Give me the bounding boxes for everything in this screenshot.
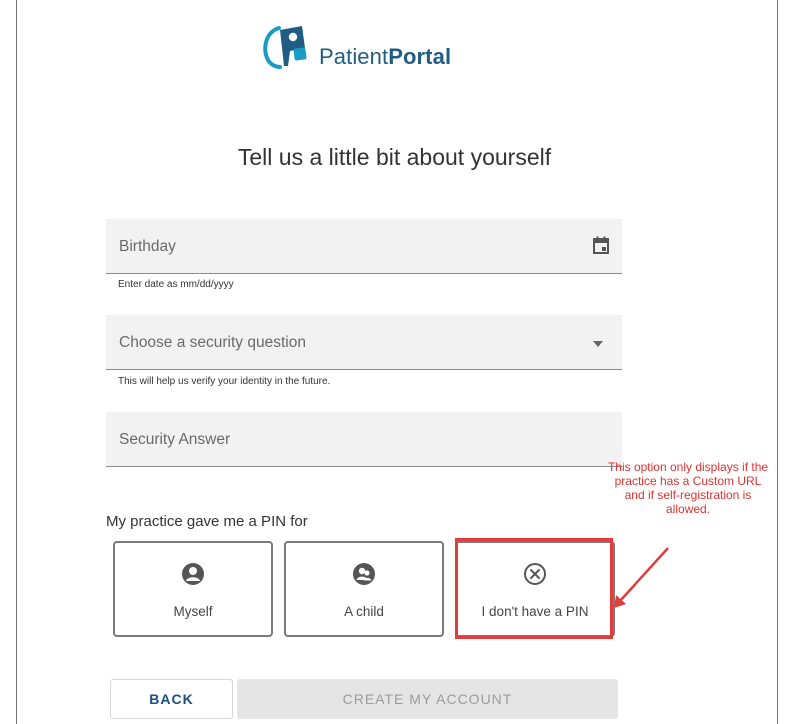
security-answer-label: Security Answer	[119, 431, 231, 448]
security-question-hint: This will help us verify your identity i…	[118, 376, 331, 387]
security-question-label: Choose a security question	[119, 334, 306, 351]
annotation-highlight-box	[455, 538, 613, 639]
page-title: Tell us a little bit about yourself	[237, 144, 552, 170]
pin-option-myself[interactable]: Myself	[113, 541, 273, 637]
pin-section-label: My practice gave me a PIN for	[106, 513, 308, 530]
patient-portal-logo: PatientPortal	[262, 22, 502, 70]
logo-wordmark: PatientPortal	[319, 44, 451, 70]
annotation-callout: This option only displays if the practic…	[607, 460, 769, 516]
logo-word-portal: Portal	[388, 44, 452, 69]
back-button[interactable]: BACK	[110, 679, 233, 719]
birthday-field[interactable]: Birthday	[106, 219, 622, 274]
logo-word-patient: Patient	[319, 44, 389, 69]
birthday-hint: Enter date as mm/dd/yyyy	[118, 279, 234, 290]
calendar-icon[interactable]	[593, 236, 609, 254]
person-icon	[182, 563, 204, 585]
people-icon	[353, 563, 375, 585]
logo-mark-icon	[263, 26, 307, 69]
birthday-label: Birthday	[119, 238, 176, 255]
security-question-select[interactable]: Choose a security question	[106, 315, 622, 370]
security-answer-field[interactable]: Security Answer	[106, 412, 622, 467]
pin-option-child-label: A child	[344, 604, 384, 619]
create-account-button[interactable]: CREATE MY ACCOUNT	[237, 679, 618, 719]
pin-option-child[interactable]: A child	[284, 541, 444, 637]
dropdown-arrow-icon	[593, 341, 603, 347]
pin-option-myself-label: Myself	[173, 604, 213, 619]
